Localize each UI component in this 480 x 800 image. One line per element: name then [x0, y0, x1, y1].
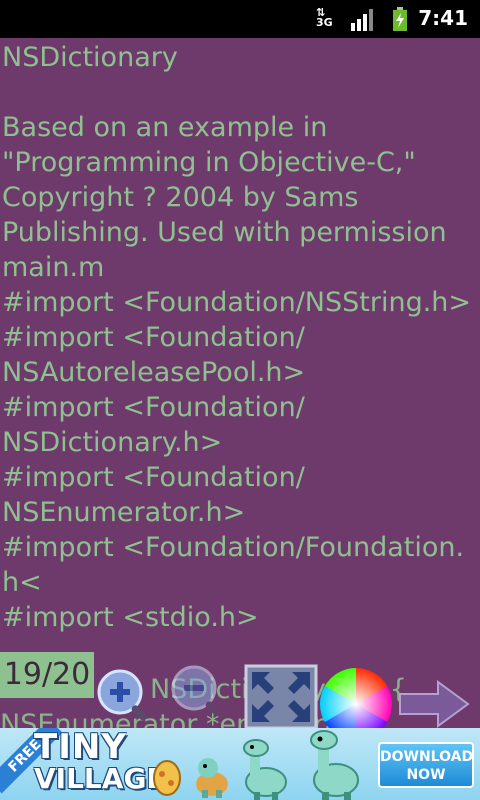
- code-line: #import <Foundation/: [2, 462, 305, 493]
- signal-bars-icon: [351, 9, 373, 31]
- dinosaur-icon: [310, 730, 359, 800]
- document-title: NSDictionary: [2, 42, 178, 73]
- code-line: #import <Foundation/: [2, 322, 305, 353]
- code-line: NSAutoreleasePool.h>: [2, 357, 306, 388]
- code-line: #import <Foundation/NSString.h>: [2, 287, 472, 318]
- text-line: "Programming in Objective-C,": [2, 147, 416, 178]
- code-line: NSDictionary.h>: [2, 427, 223, 458]
- text-line: Publishing. Used with permission: [2, 217, 447, 248]
- battery-charging-icon: [393, 7, 407, 31]
- ad-banner[interactable]: FREE TINY VILLAGE DOWNLOAD NOW: [0, 728, 480, 800]
- text-line: Based on an example in: [2, 112, 328, 143]
- text-line: Copyright ? 2004 by Sams: [2, 182, 359, 213]
- fullscreen-icon[interactable]: [244, 664, 318, 730]
- status-bar: ⇅ 3G 7:41: [0, 0, 480, 38]
- zoom-out-icon[interactable]: [168, 662, 226, 720]
- ad-title-line2: VILLAGE: [34, 762, 166, 795]
- document-view[interactable]: NSDictionary Based on an example in "Pro…: [0, 38, 480, 728]
- dinosaur-icon: [243, 739, 287, 800]
- dinosaur-icon: [196, 758, 228, 798]
- zoom-in-icon[interactable]: [94, 666, 152, 724]
- 3g-signal-icon: ⇅ 3G: [316, 6, 333, 29]
- page-counter: 19/20: [0, 652, 94, 698]
- clock: 7:41: [418, 6, 468, 30]
- network-type-label: 3G: [316, 16, 333, 29]
- ad-title-line1: TINY: [34, 728, 127, 767]
- code-line: h<: [2, 567, 42, 598]
- code-line: NSEnumerator.h>: [2, 497, 246, 528]
- next-page-arrow-icon[interactable]: [398, 680, 470, 728]
- text-line: main.m: [2, 252, 105, 283]
- code-line: #import <Foundation/Foundation.: [2, 532, 465, 563]
- code-line: #import <Foundation/: [2, 392, 305, 423]
- download-label-line2: NOW: [406, 767, 446, 783]
- download-label-line1: DOWNLOAD: [380, 749, 474, 765]
- ad-title: TINY VILLAGE: [34, 730, 166, 794]
- download-now-button[interactable]: DOWNLOAD NOW: [378, 742, 474, 788]
- code-line: #import <stdio.h>: [2, 602, 259, 633]
- egg-icon: [153, 760, 181, 796]
